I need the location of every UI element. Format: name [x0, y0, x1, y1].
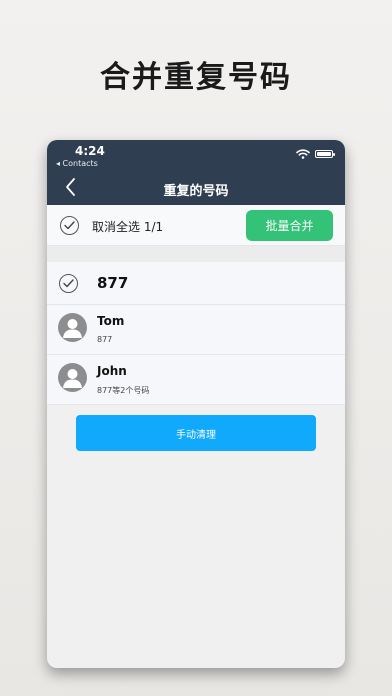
batch-merge-button[interactable]: 批量合并: [246, 210, 333, 241]
group-header[interactable]: 877: [47, 262, 345, 305]
headline: 合并重复号码: [100, 60, 292, 95]
check-icon: [63, 279, 74, 288]
wifi-icon: [296, 149, 310, 159]
phone-screen: 4:24 ◂ Contacts 重复的号码 取消全选 1/1 批量合并 877 …: [47, 140, 345, 668]
contact-phone: 877等2个号码: [97, 386, 150, 395]
manual-clean-button[interactable]: 手动清理: [76, 415, 316, 451]
duplicate-number: 877: [97, 274, 129, 292]
status-back-to-app[interactable]: ◂ Contacts: [56, 159, 98, 168]
contact-name: John: [97, 364, 127, 378]
status-time: 4:24: [75, 144, 105, 158]
group-checkbox[interactable]: [59, 274, 78, 293]
page-title: 重复的号码: [163, 184, 229, 199]
contact-row[interactable]: Tom 877: [47, 305, 345, 355]
select-all-checkbox[interactable]: [60, 216, 79, 235]
contact-row[interactable]: John 877等2个号码: [47, 355, 345, 405]
contact-name: Tom: [97, 314, 125, 328]
selection-bar: 取消全选 1/1 批量合并: [47, 205, 345, 246]
status-indicators: [296, 149, 335, 159]
navigation-bar: 4:24 ◂ Contacts 重复的号码: [47, 140, 345, 205]
check-icon: [64, 221, 75, 230]
section-divider: [47, 246, 345, 262]
select-all-label[interactable]: 取消全选 1/1: [92, 218, 163, 235]
battery-icon: [315, 150, 335, 158]
person-avatar-icon: [58, 363, 87, 392]
contact-phone: 877: [97, 335, 113, 344]
person-avatar-icon: [58, 313, 87, 342]
duplicate-group: 877 Tom 877 John 877等2个号码: [47, 262, 345, 405]
